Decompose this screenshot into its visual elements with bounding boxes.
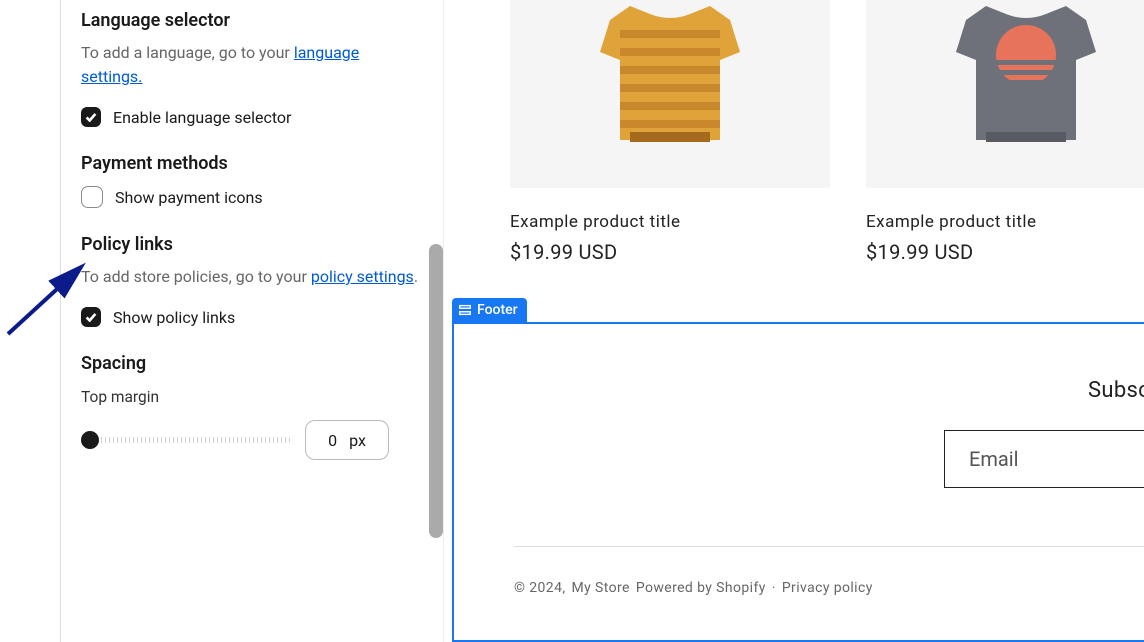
product-row: Example product title $19.99 USD Example… — [510, 0, 1144, 264]
show-payment-icons-row[interactable]: Show payment icons — [81, 186, 423, 208]
section-spacing: Spacing Top margin 0 px — [81, 353, 423, 460]
legal-prefix: © 2024, — [514, 580, 566, 596]
footer-section-outline[interactable]: Footer Subscribe Email © 2024, My Store … — [452, 322, 1144, 642]
theme-preview: Example product title $19.99 USD Example… — [443, 0, 1144, 642]
show-payment-icons-label: Show payment icons — [115, 188, 263, 207]
section-policy-links: Policy links To add store policies, go t… — [81, 234, 423, 327]
show-policy-links-checkbox[interactable] — [81, 307, 101, 327]
top-margin-slider[interactable] — [81, 431, 291, 449]
footer-section-icon — [458, 303, 472, 317]
settings-sidebar: Language selector To add a language, go … — [0, 0, 443, 642]
section-language-selector: Language selector To add a language, go … — [81, 10, 423, 127]
slider-thumb[interactable] — [81, 431, 99, 449]
sidebar-scrollbar[interactable] — [429, 244, 443, 538]
legal-store-link[interactable]: My Store — [572, 580, 630, 596]
product-thumbnail — [866, 0, 1144, 188]
top-margin-unit: px — [349, 431, 366, 450]
language-help-text: To add a language, go to your language s… — [81, 41, 423, 89]
tshirt-sunset-icon — [926, 0, 1126, 188]
product-title: Example product title — [866, 212, 1144, 232]
legal-powered[interactable]: Powered by Shopify — [636, 580, 766, 596]
product-card[interactable]: Example product title $19.99 USD — [510, 0, 830, 264]
product-price: $19.99 USD — [510, 240, 830, 264]
top-margin-label: Top margin — [81, 388, 423, 406]
product-card[interactable]: Example product title $19.99 USD — [866, 0, 1144, 264]
policy-help-after: . — [414, 267, 418, 286]
show-policy-links-row[interactable]: Show policy links — [81, 307, 423, 327]
legal-dot: · — [772, 580, 776, 596]
policy-help-text: To add store policies, go to your policy… — [81, 265, 423, 289]
show-policy-links-label: Show policy links — [113, 308, 235, 327]
email-placeholder: Email — [969, 447, 1019, 471]
tshirt-striped-icon — [570, 0, 770, 188]
footer-tag-label: Footer — [477, 302, 518, 318]
enable-language-row[interactable]: Enable language selector — [81, 107, 423, 127]
footer-body: Subscribe Email © 2024, My Store Powered… — [454, 324, 1144, 640]
top-margin-control: 0 px — [81, 420, 423, 460]
footer-section-tag[interactable]: Footer — [452, 298, 527, 322]
language-heading: Language selector — [81, 10, 423, 31]
policy-heading: Policy links — [81, 234, 423, 255]
product-title: Example product title — [510, 212, 830, 232]
enable-language-checkbox[interactable] — [81, 107, 101, 127]
top-margin-value-box[interactable]: 0 px — [305, 420, 389, 460]
footer-divider — [514, 546, 1144, 547]
product-price: $19.99 USD — [866, 240, 1144, 264]
slider-ticks — [81, 437, 291, 443]
email-input[interactable]: Email — [944, 430, 1144, 488]
subscribe-heading: Subscribe — [1088, 378, 1144, 403]
policy-help-prefix: To add store policies, go to your — [81, 267, 311, 286]
spacing-heading: Spacing — [81, 353, 423, 374]
privacy-policy-link[interactable]: Privacy policy — [782, 580, 873, 596]
footer-legal: © 2024, My Store Powered by Shopify · Pr… — [514, 580, 873, 596]
show-payment-icons-checkbox[interactable] — [81, 186, 103, 208]
enable-language-label: Enable language selector — [113, 108, 291, 127]
policy-settings-link[interactable]: policy settings — [311, 267, 414, 286]
top-margin-value: 0 — [328, 431, 337, 450]
product-thumbnail — [510, 0, 830, 188]
section-payment-methods: Payment methods Show payment icons — [81, 153, 423, 208]
language-help-prefix: To add a language, go to your — [81, 43, 294, 62]
payment-heading: Payment methods — [81, 153, 423, 174]
